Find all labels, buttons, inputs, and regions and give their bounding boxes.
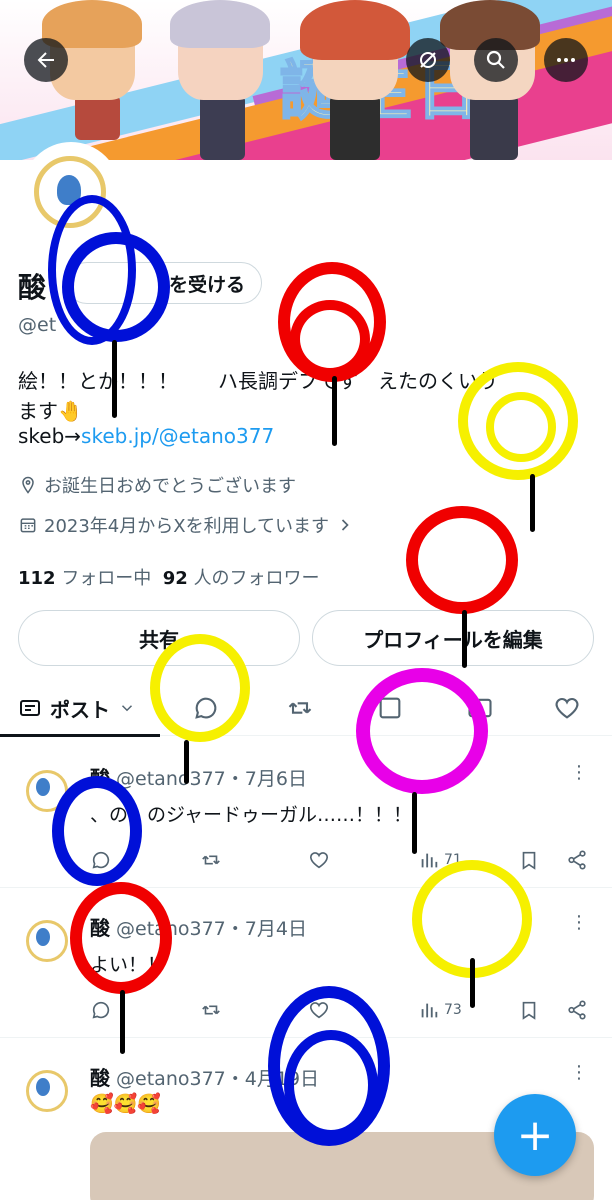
tab-posts-label: ポスト (50, 697, 110, 722)
blue-scribble (52, 776, 142, 886)
followers-label[interactable]: 人のフォロワー (194, 568, 320, 589)
heart-icon[interactable] (553, 694, 581, 722)
scribble-tail (412, 792, 417, 854)
hide-button[interactable] (406, 38, 450, 82)
bookmark-button[interactable] (518, 994, 540, 1026)
red-scribble (70, 882, 172, 994)
post-more-icon[interactable]: ⋮ (570, 1062, 588, 1083)
joined-text: 2023年4月からXを利用しています (44, 516, 330, 537)
share-icon (568, 850, 586, 870)
compose-button[interactable]: + (494, 1094, 576, 1176)
scribble-tail (462, 610, 467, 668)
character-body (200, 95, 245, 160)
share-icon (568, 1000, 586, 1020)
scribble-tail (120, 990, 125, 1054)
chevron-down-icon (121, 705, 133, 712)
following-label[interactable]: フォロー中 (61, 568, 151, 589)
joined-row[interactable]: 2023年4月からXを利用しています (18, 512, 355, 538)
birthday-row: お誕生日おめでとうございます (18, 472, 296, 498)
blue-scribble (284, 1030, 378, 1140)
like-button[interactable] (308, 844, 330, 876)
more-button[interactable] (544, 38, 588, 82)
character-body (330, 95, 380, 160)
skeb-prefix: skeb→ (18, 424, 82, 448)
followers-count[interactable]: 92 (163, 568, 188, 589)
tab-posts[interactable]: ポスト (0, 680, 160, 737)
share-post-button[interactable] (566, 994, 588, 1026)
yellow-scribble (486, 392, 556, 462)
profile-tabs: ポスト (0, 680, 612, 737)
bookmark-icon (522, 1001, 536, 1020)
red-scribble (290, 300, 370, 378)
search-button[interactable] (474, 38, 518, 82)
red-scribble (406, 506, 518, 614)
edit-profile-button[interactable]: プロフィールを編集 (312, 610, 594, 666)
eye-off-icon (420, 52, 436, 68)
chevron-right-icon (341, 519, 349, 531)
post-author-name[interactable]: 酸 (90, 1066, 110, 1090)
repost-icon[interactable] (286, 694, 314, 722)
scribble-tail (184, 740, 189, 784)
heart-icon (309, 852, 329, 869)
character-body (75, 95, 120, 140)
magenta-scribble (356, 668, 488, 794)
plus-icon: + (516, 1109, 554, 1161)
reply-icon (92, 1001, 110, 1019)
follow-counts: 112 フォロー中 92 人のフォロワー (18, 564, 320, 590)
repost-icon (202, 855, 220, 865)
skeb-line: skeb→skeb.jp/@etano377 (18, 424, 274, 448)
views-button[interactable]: 73 (418, 994, 462, 1026)
posts-icon (20, 700, 40, 716)
views-count: 73 (444, 1002, 462, 1018)
bar-chart-icon (421, 853, 438, 868)
post-text: 🥰🥰🥰 (90, 1093, 161, 1115)
character-body (470, 95, 518, 160)
post-avatar[interactable] (22, 1066, 68, 1112)
scribble-tail (332, 376, 337, 446)
scribble-tail (530, 474, 535, 532)
scribble-tail (470, 958, 475, 1008)
profile-name: 酸 (18, 271, 47, 304)
birthday-text: お誕生日おめでとうございます (44, 476, 296, 497)
blue-scribble (62, 232, 170, 342)
post-handle-date: @etano377・7月6日 (116, 768, 307, 790)
repost-button[interactable] (200, 844, 222, 876)
calendar-icon (20, 518, 36, 533)
yellow-scribble (150, 634, 250, 742)
share-post-button[interactable] (566, 844, 588, 876)
location-pin-icon (22, 476, 34, 494)
post-actions: 71 (90, 844, 590, 876)
back-button[interactable] (24, 38, 68, 82)
more-horizontal-icon (557, 58, 575, 62)
skeb-link[interactable]: skeb.jp/@etano377 (81, 424, 274, 448)
profile-handle: @et (18, 314, 57, 336)
character-hair (170, 0, 270, 48)
following-count[interactable]: 112 (18, 568, 56, 589)
bookmark-icon (522, 851, 536, 870)
post-avatar[interactable] (22, 916, 68, 962)
scribble-tail (112, 340, 117, 418)
repost-button[interactable] (200, 994, 222, 1026)
character-hair (300, 0, 410, 60)
profile-banner[interactable]: 誕生日 (0, 0, 612, 160)
post-more-icon[interactable]: ⋮ (570, 762, 588, 783)
repost-icon (202, 1005, 220, 1015)
reply-button[interactable] (90, 994, 112, 1026)
bar-chart-icon (421, 1003, 438, 1018)
bookmark-button[interactable] (518, 844, 540, 876)
arrow-left-icon (37, 52, 54, 68)
post-more-icon[interactable]: ⋮ (570, 912, 588, 933)
search-icon (486, 50, 505, 69)
